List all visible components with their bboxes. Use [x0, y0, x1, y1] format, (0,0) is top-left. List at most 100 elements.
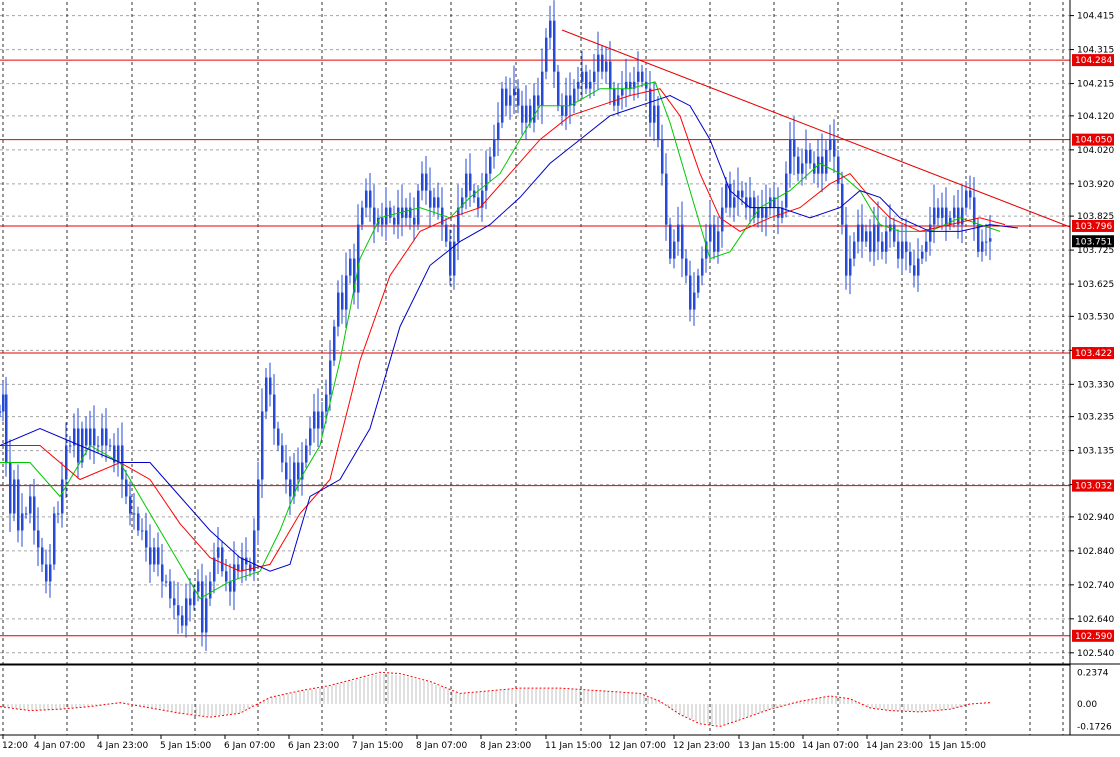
candle-body [177, 605, 180, 616]
candle-body [49, 564, 52, 582]
candle-body [941, 207, 944, 218]
candle-body [97, 445, 100, 447]
candle-body [273, 394, 276, 429]
candle-body [553, 20, 556, 72]
candle-body [833, 139, 836, 157]
candle-body [685, 258, 688, 276]
candle-body [21, 513, 24, 531]
candle-body [169, 581, 172, 599]
candle-body [5, 394, 8, 463]
candle-body [309, 428, 312, 446]
candle-body [345, 275, 348, 310]
candle-body [909, 251, 912, 266]
price-chart[interactable]: 104.415 104.315 104.215 104.120 104.020 103.9… [0, 0, 1120, 757]
candle-body [117, 445, 120, 463]
candle-body [921, 251, 924, 259]
candle-body [861, 224, 864, 242]
candle-body [893, 224, 896, 242]
candle-body [525, 105, 528, 123]
candle-body [621, 88, 624, 96]
candle-body [729, 183, 732, 208]
candle-body [397, 207, 400, 225]
time-tick-label: 6 Jan 23:00 [288, 741, 340, 751]
current-price-label: 103.751 [1075, 237, 1112, 247]
candle-body [393, 217, 396, 225]
candle-body [709, 224, 712, 242]
candle-body [981, 241, 984, 252]
level-label: 104.050 [1075, 136, 1112, 146]
candle-body [653, 105, 656, 123]
candle-body [865, 231, 868, 242]
candle-body [857, 224, 860, 242]
price-tick-label: 102.740 [1077, 581, 1114, 591]
candle-body [225, 571, 228, 582]
horizontal-levels [0, 59, 1070, 637]
candle-body [985, 241, 988, 243]
candle-body [521, 105, 524, 123]
candle-body [249, 564, 252, 572]
candle-body [61, 479, 64, 514]
candle-body [341, 292, 344, 310]
price-tick-label: 104.415 [1077, 12, 1114, 22]
candle-body [137, 513, 140, 531]
candle-body [497, 122, 500, 140]
candle-body [601, 54, 604, 72]
chart-root: 104.415 104.315 104.215 104.120 104.020 103.9… [0, 0, 1120, 757]
candle-body [937, 207, 940, 218]
candle-body [337, 292, 340, 327]
candle-body [725, 183, 728, 208]
time-tick-label: 8 Jan 23:00 [480, 741, 532, 751]
candle-body [405, 207, 408, 218]
candle-body [689, 275, 692, 310]
candle-body [53, 513, 56, 565]
candle-body [181, 615, 184, 626]
sub-tick-label: -0.1726 [1077, 723, 1112, 733]
candle-body [665, 173, 668, 225]
candle-body [561, 105, 564, 116]
candle-body [953, 207, 956, 218]
time-tick-label: 14 Jan 23:00 [866, 741, 923, 751]
candle-body [93, 428, 96, 446]
candle-body [557, 71, 560, 106]
price-tick-label: 103.135 [1077, 447, 1114, 457]
time-tick-label: 5 Jan 15:00 [160, 741, 212, 751]
candle-body [281, 445, 284, 463]
candle-body [429, 190, 432, 208]
candle-body [585, 71, 588, 89]
level-label: 104.284 [1075, 56, 1112, 66]
candle-body [193, 591, 196, 606]
candle-body [477, 197, 480, 208]
candle-body [713, 224, 716, 252]
candle-body [197, 581, 200, 592]
sub-tick-label: 0.00 [1077, 700, 1097, 710]
candle-body [541, 71, 544, 106]
candle-body [905, 241, 908, 252]
candle-body [625, 81, 628, 89]
candle-body [33, 496, 36, 531]
candle-body [69, 445, 72, 447]
candle-body [189, 598, 192, 606]
candle-body [501, 88, 504, 123]
candle-body [449, 241, 452, 276]
candle-body [65, 445, 68, 480]
price-tick-label: 104.020 [1077, 146, 1114, 156]
candle-body [229, 581, 232, 592]
candle-body [125, 479, 128, 497]
candle-body [325, 394, 328, 412]
candle-body [317, 411, 320, 429]
candle-body [37, 530, 40, 548]
candle-body [745, 197, 748, 208]
candle-body [0, 411, 2, 413]
candle-body [205, 598, 208, 633]
trendline [561, 29, 1071, 228]
candle-body [869, 231, 872, 252]
candle-body [925, 241, 928, 252]
candle-body [369, 190, 372, 208]
time-tick-label: 8 Jan 07:00 [416, 741, 468, 751]
candle-body [357, 224, 360, 293]
candle-body [613, 88, 616, 106]
price-tick-label: 103.920 [1077, 180, 1114, 190]
candle-body [829, 139, 832, 150]
candle-body [41, 547, 44, 565]
candle-body [749, 197, 752, 208]
